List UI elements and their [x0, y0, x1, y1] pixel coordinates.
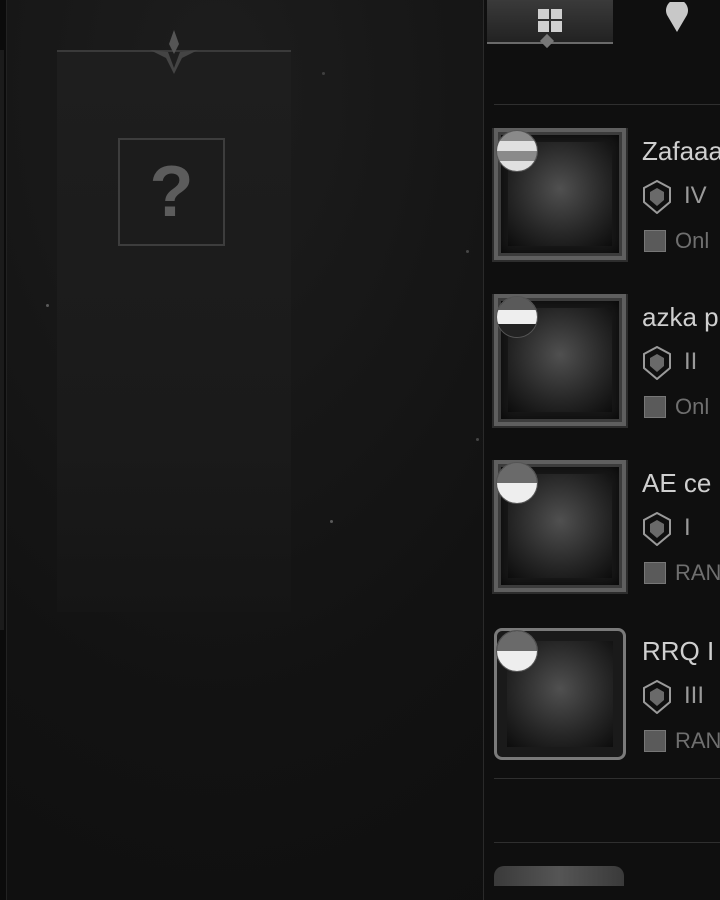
tab-location[interactable]	[662, 0, 692, 34]
status-icon	[644, 230, 666, 252]
rank-tier: IV	[684, 182, 707, 209]
player-name: AE ce	[642, 468, 712, 498]
player-list-item[interactable]: azka p II Onl	[492, 294, 720, 444]
player-name: azka p	[642, 302, 719, 332]
flag-stripe	[497, 141, 537, 151]
player-name: RRQ I	[642, 636, 715, 666]
status-icon	[644, 396, 666, 418]
divider	[494, 104, 720, 105]
flag-stripe	[497, 310, 537, 324]
question-mark-icon: ?	[149, 152, 194, 232]
player-name: Zafaaa	[642, 136, 720, 166]
rank-tier: II	[684, 348, 698, 375]
rank-tier: I	[684, 514, 691, 541]
rank-tier: III	[684, 682, 705, 709]
uae-flag-icon	[496, 296, 538, 338]
rank-emblem-icon	[643, 180, 671, 214]
indonesia-flag-icon	[496, 630, 538, 672]
game-screen: ? Zafaaa IV Onl azka p II Onl AE ce I RA…	[0, 0, 720, 900]
player-status: Onl	[675, 394, 710, 419]
tab-bar	[484, 0, 720, 49]
rank-emblem-icon	[643, 346, 671, 380]
sparkle-dot	[322, 72, 325, 75]
player-status: Onl	[675, 228, 710, 253]
malaysia-flag-icon	[496, 130, 538, 172]
sparkle-dot	[330, 520, 333, 523]
mystery-hero-box[interactable]: ?	[118, 138, 225, 246]
rank-emblem-icon	[643, 512, 671, 546]
indonesia-flag-icon	[496, 462, 538, 504]
player-list-panel: Zafaaa IV Onl azka p II Onl AE ce I RAN …	[483, 0, 720, 900]
player-status: RAN	[675, 560, 720, 585]
divider	[494, 842, 720, 843]
grid-icon	[538, 9, 562, 32]
location-pin-icon	[666, 2, 688, 32]
sparkle-dot	[476, 438, 479, 441]
slot-crest-icon	[150, 30, 198, 74]
divider	[494, 778, 720, 779]
rank-emblem-icon	[643, 680, 671, 714]
hero-slot-panel[interactable]	[57, 50, 291, 612]
sparkle-dot	[466, 250, 469, 253]
status-icon	[644, 562, 666, 584]
status-icon	[644, 730, 666, 752]
player-list-item[interactable]: RRQ I III RAN	[492, 628, 720, 778]
flag-stripe	[497, 151, 537, 161]
player-list-item[interactable]: AE ce I RAN	[492, 460, 720, 610]
player-status: RAN	[675, 728, 720, 753]
sparkle-dot	[46, 304, 49, 307]
left-edge-bar	[0, 50, 4, 630]
next-entry-peek	[494, 866, 624, 886]
player-list-item[interactable]: Zafaaa IV Onl	[492, 128, 720, 278]
